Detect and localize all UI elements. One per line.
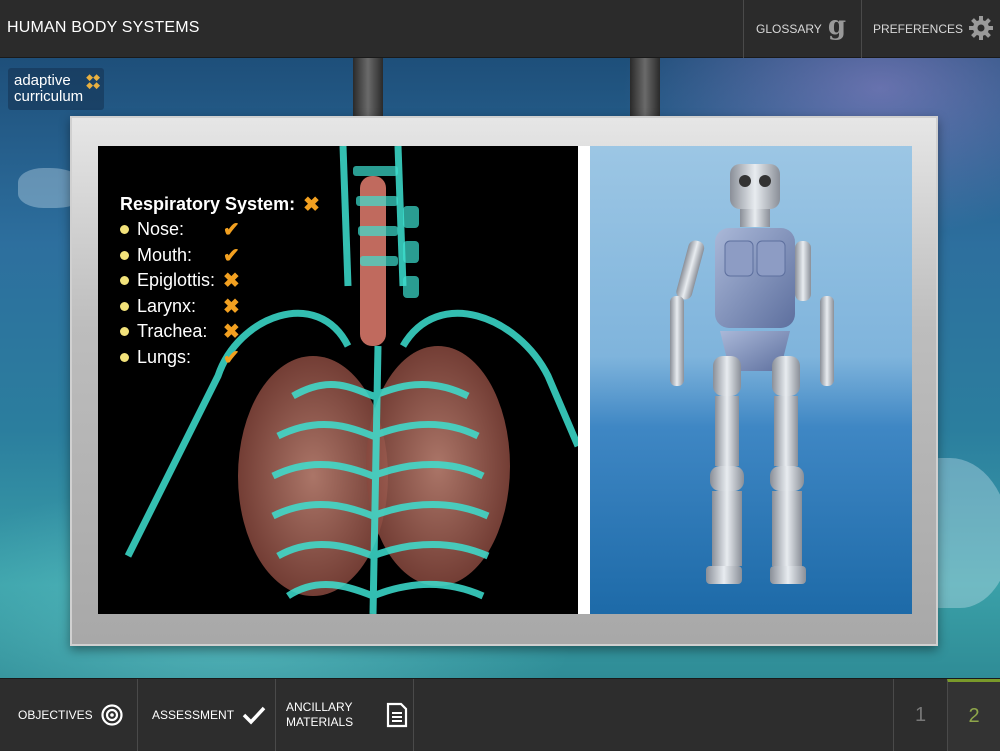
bullet-icon: [120, 250, 129, 260]
ancillary-materials-button[interactable]: ANCILLARY MATERIALS: [276, 679, 414, 751]
bottom-bar: OBJECTIVES ASSESSMENT ANCILLARY MATERIAL…: [0, 678, 1000, 751]
x-icon: ✖: [303, 194, 320, 216]
x-icon: ✖: [223, 295, 240, 318]
glossary-button[interactable]: GLOSSARY g: [743, 0, 861, 58]
content-stage: adaptive curriculum ◆◆ ◆◆ Respiratory Sy…: [0, 58, 1000, 678]
objectives-label: OBJECTIVES: [18, 708, 93, 722]
assessment-button[interactable]: ASSESSMENT: [138, 679, 276, 751]
checklist-item: Lungs: ✔: [120, 345, 320, 371]
gear-icon: [968, 15, 994, 44]
target-icon: [101, 704, 123, 726]
adaptive-curriculum-logo: adaptive curriculum ◆◆ ◆◆: [8, 68, 104, 110]
bullet-icon: [120, 276, 129, 286]
check-icon: ✔: [223, 244, 240, 267]
bullet-icon: [120, 327, 129, 337]
glossary-icon: g: [827, 11, 846, 41]
checklist-item: Larynx: ✖: [120, 294, 320, 320]
check-icon: ✔: [223, 346, 240, 369]
top-bar: HUMAN BODY SYSTEMS GLOSSARY g PREFERENCE…: [0, 0, 1000, 58]
robot-video-panel[interactable]: [590, 146, 912, 614]
preferences-label: PREFERENCES: [873, 22, 964, 36]
glossary-label: GLOSSARY: [756, 22, 822, 36]
monitor-pole: [630, 58, 660, 118]
checklist-title: Respiratory System: ✖: [120, 194, 320, 216]
bullet-icon: [120, 225, 129, 235]
screen-divider: [578, 146, 590, 614]
checklist-item: Trachea: ✖: [120, 319, 320, 345]
objectives-button[interactable]: OBJECTIVES: [0, 679, 138, 751]
check-icon: ✔: [223, 219, 240, 242]
page-2-button[interactable]: 2: [947, 679, 1000, 751]
document-icon: [386, 702, 408, 728]
monitor-pole: [353, 58, 383, 118]
checklist-item: Mouth: ✔: [120, 243, 320, 269]
checklist-item: Nose: ✔: [120, 217, 320, 243]
robot-illustration: [670, 164, 834, 584]
app-title: HUMAN BODY SYSTEMS: [7, 19, 200, 36]
bullet-icon: [120, 352, 129, 362]
respiratory-checklist-overlay: Respiratory System: ✖ Nose: ✔ Mouth: ✔ E…: [120, 192, 320, 370]
ancillary-materials-label: ANCILLARY MATERIALS: [286, 700, 354, 729]
checkmark-icon: [242, 705, 266, 725]
preferences-button[interactable]: PREFERENCES: [861, 0, 1000, 58]
assessment-label: ASSESSMENT: [152, 708, 235, 722]
logo-mark-icon: ◆◆ ◆◆: [86, 72, 100, 90]
video-monitor-frame: Respiratory System: ✖ Nose: ✔ Mouth: ✔ E…: [70, 116, 938, 646]
x-icon: ✖: [223, 270, 240, 293]
bullet-icon: [120, 301, 129, 311]
skeleton-video-panel[interactable]: Respiratory System: ✖ Nose: ✔ Mouth: ✔ E…: [98, 146, 578, 614]
x-icon: ✖: [223, 321, 240, 344]
page-1-button[interactable]: 1: [893, 679, 947, 751]
checklist-item: Epiglottis: ✖: [120, 268, 320, 294]
